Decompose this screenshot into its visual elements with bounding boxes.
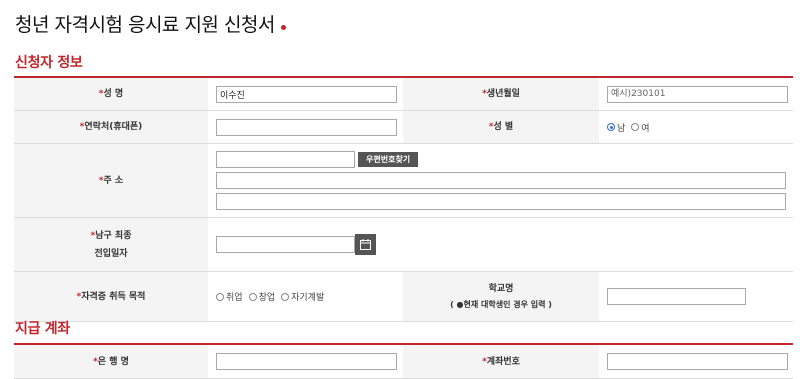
account-number-label: *계좌번호 xyxy=(403,345,599,378)
phone-label: *연락처(휴대폰) xyxy=(14,111,208,143)
school-input[interactable] xyxy=(607,288,746,305)
address-input[interactable] xyxy=(216,172,786,189)
row-move-in: *남구 최종 전입일자 xyxy=(14,218,793,272)
name-input[interactable] xyxy=(216,85,397,103)
page-title: 청년 자격시험 응시료 지원 신청서 xyxy=(15,10,286,37)
zipcode-search-button[interactable]: 우편번호찾기 xyxy=(358,152,419,167)
row-name-birth: *성 명 *생년월일 xyxy=(14,78,793,111)
section-title-applicant: 신청자 정보 xyxy=(15,55,83,71)
name-label: *성 명 xyxy=(14,78,208,110)
calendar-button[interactable] xyxy=(355,234,376,255)
zipcode-input[interactable] xyxy=(216,151,355,168)
row-phone-gender: *연락처(휴대폰) *성 별 남 여 xyxy=(14,111,793,144)
purpose-label: *자격증 취득 목적 xyxy=(14,272,208,321)
applicant-form: *성 명 *생년월일 *연락처(휴대폰) *성 별 남 여 *주 소 우편번호찾… xyxy=(14,76,793,322)
purpose-startup-radio[interactable]: 창업 xyxy=(248,290,275,303)
account-form: *은 행 명 *계좌번호 xyxy=(14,343,793,379)
phone-input[interactable] xyxy=(216,118,397,136)
title-dot xyxy=(280,25,286,30)
school-label: 학교명 ( ●현재 대학생인 경우 입력 ) xyxy=(403,272,599,321)
purpose-radio-group: 취업 창업 자기계발 xyxy=(208,272,403,321)
move-in-label: *남구 최종 전입일자 xyxy=(14,218,208,271)
row-purpose-school: *자격증 취득 목적 취업 창업 자기계발 학교명 ( ●현재 대학생인 경우 … xyxy=(14,272,793,322)
address-label: *주 소 xyxy=(14,144,208,217)
purpose-self-dev-radio[interactable]: 자기계발 xyxy=(281,290,324,303)
bank-input[interactable] xyxy=(216,353,397,370)
birth-input[interactable] xyxy=(607,85,788,103)
bank-label: *은 행 명 xyxy=(14,345,208,378)
address-detail-input[interactable] xyxy=(216,193,786,210)
account-number-input[interactable] xyxy=(607,353,788,370)
row-bank-account: *은 행 명 *계좌번호 xyxy=(14,345,793,379)
gender-label: *성 별 xyxy=(403,111,599,143)
calendar-icon xyxy=(360,239,371,250)
section-title-account: 지급 계좌 xyxy=(15,321,70,337)
move-in-date-input[interactable] xyxy=(216,236,355,253)
purpose-job-radio[interactable]: 취업 xyxy=(216,290,243,303)
gender-female-radio[interactable]: 여 xyxy=(631,121,650,134)
row-address: *주 소 우편번호찾기 xyxy=(14,144,793,218)
birth-label: *생년월일 xyxy=(403,78,599,110)
gender-radio-group: 남 여 xyxy=(599,111,793,143)
gender-male-radio[interactable]: 남 xyxy=(607,121,625,134)
